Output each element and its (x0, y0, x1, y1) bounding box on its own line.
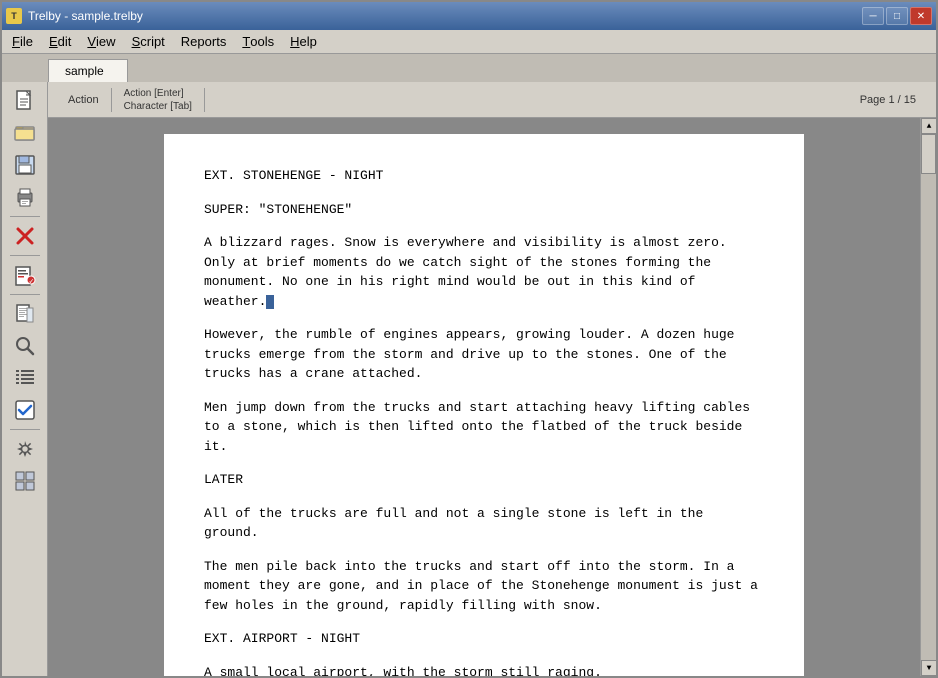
menu-file[interactable]: File (4, 30, 41, 53)
para-action-6: A small local airport, with the storm st… (204, 663, 764, 677)
action-text-2: However, the rumble of engines appears, … (204, 327, 735, 381)
delete-button[interactable] (7, 221, 43, 251)
save-file-button[interactable] (7, 150, 43, 180)
text-cursor (266, 295, 274, 309)
para-scene-heading-1: EXT. STONEHENGE - NIGHT (204, 166, 764, 186)
window-controls[interactable]: ─ □ ✕ (862, 7, 932, 25)
tab-bar: sample (2, 54, 936, 82)
toolbar-separator-4 (10, 429, 40, 430)
scene-heading-text-1: EXT. STONEHENGE - NIGHT (204, 168, 383, 183)
document-status-bar: Action Action [Enter] Character [Tab] Pa… (48, 82, 936, 118)
checklist-icon (14, 399, 36, 421)
page-indicator: Page 1 / 15 (848, 94, 928, 106)
grid-button[interactable] (7, 466, 43, 496)
scene-heading-text-2: EXT. AIRPORT - NIGHT (204, 631, 360, 646)
element-type-label: Action (56, 94, 111, 106)
menu-view[interactable]: View (79, 30, 123, 53)
para-action-4: All of the trucks are full and not a sin… (204, 504, 764, 543)
action-text-6: A small local airport, with the storm st… (204, 665, 602, 677)
outline-icon (14, 367, 36, 389)
super-text: SUPER: "STONEHENGE" (204, 202, 352, 217)
para-action-3: Men jump down from the trucks and start … (204, 398, 764, 457)
left-toolbar: ✓ (2, 82, 48, 676)
page-view-button[interactable] (7, 299, 43, 329)
transition-text: LATER (204, 472, 243, 487)
main-window: T Trelby - sample.trelby ─ □ ✕ File Edit… (0, 0, 938, 678)
para-action-1: A blizzard rages. Snow is everywhere and… (204, 233, 764, 311)
para-super: SUPER: "STONEHENGE" (204, 200, 764, 220)
menu-tools[interactable]: Tools (234, 30, 282, 53)
document-page[interactable]: EXT. STONEHENGE - NIGHT SUPER: "STONEHEN… (164, 134, 804, 676)
new-file-button[interactable] (7, 86, 43, 116)
minimize-button[interactable]: ─ (862, 7, 884, 25)
save-file-icon (14, 154, 36, 176)
grid-icon (14, 470, 36, 492)
app-icon: T (6, 8, 22, 24)
menu-bar: File Edit View Script Reports Tools Help (2, 30, 936, 54)
settings-button[interactable] (7, 434, 43, 464)
scroll-down-button[interactable]: ▼ (921, 660, 936, 676)
title-bar-left: T Trelby - sample.trelby (6, 8, 143, 24)
para-action-5: The men pile back into the trucks and st… (204, 557, 764, 616)
status-hint: Action [Enter] Character [Tab] (112, 87, 204, 113)
window-title: Trelby - sample.trelby (28, 9, 143, 23)
open-file-button[interactable] (7, 118, 43, 148)
scrollbar-thumb[interactable] (921, 134, 936, 174)
settings-icon (14, 438, 36, 460)
svg-text:✓: ✓ (28, 279, 34, 286)
title-bar: T Trelby - sample.trelby ─ □ ✕ (2, 2, 936, 30)
menu-help[interactable]: Help (282, 30, 325, 53)
toolbar-separator-3 (10, 294, 40, 295)
menu-reports[interactable]: Reports (173, 30, 235, 53)
print-button[interactable] (7, 182, 43, 212)
close-button[interactable]: ✕ (910, 7, 932, 25)
outline-button[interactable] (7, 363, 43, 393)
toolbar-separator-1 (10, 216, 40, 217)
new-file-icon (14, 90, 36, 112)
search-button[interactable] (7, 331, 43, 361)
hint-line-1: Action [Enter] (124, 87, 192, 100)
tab-sample[interactable]: sample (48, 59, 128, 83)
search-icon (14, 335, 36, 357)
scroll-up-button[interactable]: ▲ (921, 118, 936, 134)
script-settings-button[interactable]: ✓ (7, 260, 43, 290)
action-text-1: A blizzard rages. Snow is everywhere and… (204, 235, 727, 309)
checklist-button[interactable] (7, 395, 43, 425)
menu-edit[interactable]: Edit (41, 30, 79, 53)
action-text-5: The men pile back into the trucks and st… (204, 559, 758, 613)
action-text-4: All of the trucks are full and not a sin… (204, 506, 703, 541)
action-text-3: Men jump down from the trucks and start … (204, 400, 750, 454)
vertical-scrollbar[interactable]: ▲ ▼ (920, 118, 936, 676)
document-content-wrapper[interactable]: EXT. STONEHENGE - NIGHT SUPER: "STONEHEN… (48, 118, 920, 676)
delete-icon (14, 225, 36, 247)
script-settings-icon: ✓ (14, 264, 36, 286)
para-scene-heading-2: EXT. AIRPORT - NIGHT (204, 629, 764, 649)
document-scroll-area: EXT. STONEHENGE - NIGHT SUPER: "STONEHEN… (48, 118, 936, 676)
para-transition: LATER (204, 470, 764, 490)
menu-script[interactable]: Script (124, 30, 173, 53)
scrollbar-track[interactable] (921, 134, 936, 660)
toolbar-separator-2 (10, 255, 40, 256)
print-icon (14, 186, 36, 208)
document-panel: Action Action [Enter] Character [Tab] Pa… (48, 82, 936, 676)
hint-line-2: Character [Tab] (124, 100, 192, 113)
main-area: ✓ (2, 82, 936, 676)
page-view-icon (14, 303, 36, 325)
maximize-button[interactable]: □ (886, 7, 908, 25)
para-action-2: However, the rumble of engines appears, … (204, 325, 764, 384)
status-divider-2 (204, 88, 205, 112)
open-file-icon (14, 122, 36, 144)
